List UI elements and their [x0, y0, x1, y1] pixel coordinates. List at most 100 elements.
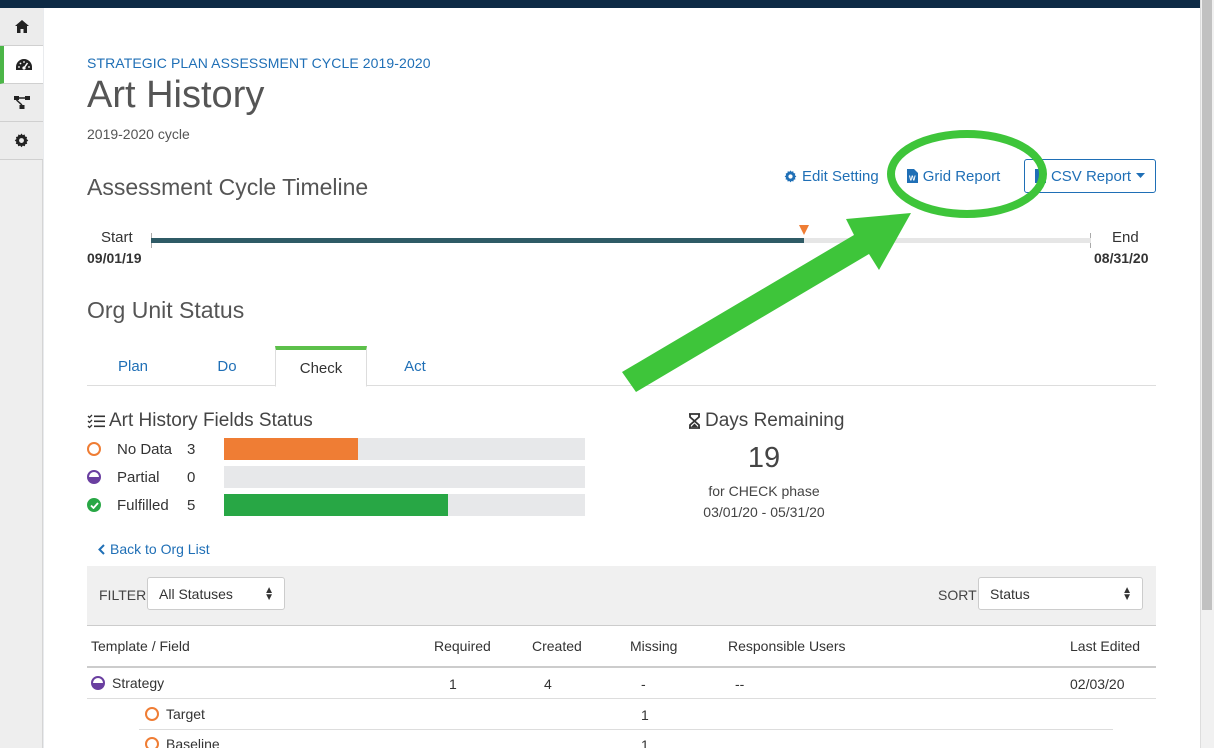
cell-responsible-users: --	[735, 676, 745, 692]
fields-status-heading: Art History Fields Status	[87, 410, 313, 432]
row-name: Baseline	[166, 736, 220, 748]
status-row-fulfilled: Fulfilled 5	[87, 494, 585, 516]
timeline-start-label: Start	[101, 229, 133, 246]
table-row-baseline[interactable]: Baseline	[145, 736, 220, 748]
days-remaining-value: 19	[747, 442, 781, 474]
edit-settings-label: Edit Setting	[802, 167, 879, 185]
chevron-left-icon	[98, 543, 105, 555]
select-caret-icon: ▲ ▼	[1122, 585, 1132, 603]
status-bar-fill	[224, 494, 448, 516]
status-bar	[224, 438, 585, 460]
status-filter-select[interactable]: All Statuses ▲ ▼	[147, 577, 285, 610]
csv-file-icon	[1034, 169, 1046, 183]
sort-label: SORT	[938, 587, 977, 603]
sort-select[interactable]: Status ▲ ▼	[978, 577, 1143, 610]
timeline-start-date: 09/01/19	[87, 250, 142, 266]
tab-plan[interactable]: Plan	[87, 346, 179, 386]
timeline-end-label: End	[1112, 229, 1139, 246]
col-header-template-field[interactable]: Template / Field	[91, 638, 190, 654]
timeline-today-marker	[799, 225, 810, 235]
timeline-heading: Assessment Cycle Timeline	[87, 174, 369, 200]
row-divider	[139, 729, 1113, 730]
csv-report-label: CSV Report	[1050, 167, 1132, 185]
timeline-end-date: 08/31/20	[1094, 250, 1149, 266]
status-row-no-data: No Data 3	[87, 438, 585, 460]
checklist-icon	[87, 414, 105, 428]
top-navbar	[0, 0, 1200, 8]
svg-text:W: W	[909, 176, 916, 183]
hourglass-icon	[689, 413, 700, 429]
status-count: 5	[187, 496, 196, 514]
back-to-org-list-link[interactable]: Back to Org List	[98, 541, 210, 557]
cell-missing: 1	[641, 737, 649, 748]
edit-settings-link[interactable]: Edit Setting	[784, 168, 879, 185]
empty-circle-icon	[87, 442, 101, 456]
filter-bar: FILTER All Statuses ▲ ▼ SORT Status ▲ ▼	[87, 566, 1156, 626]
tab-act[interactable]: Act	[367, 346, 463, 386]
hierarchy-icon	[13, 96, 30, 109]
check-circle-icon	[87, 498, 101, 512]
table-header-divider	[87, 666, 1156, 668]
fields-status-title: Art History Fields Status	[109, 410, 313, 431]
page-subtitle: 2019-2020 cycle	[87, 126, 190, 142]
rail-home-button[interactable]	[0, 8, 43, 46]
back-link-label: Back to Org List	[110, 541, 210, 557]
cell-missing: 1	[641, 707, 649, 723]
status-count: 3	[187, 440, 196, 458]
table-row-strategy[interactable]: Strategy	[91, 675, 164, 691]
report-actions: Edit Setting W Grid Report	[784, 159, 1000, 193]
grid-report-label: Grid Report	[922, 167, 1001, 185]
home-icon	[14, 20, 29, 33]
cell-created: 4	[544, 676, 552, 692]
timeline-track	[151, 238, 1091, 243]
cell-required: 1	[449, 676, 457, 692]
grid-report-link[interactable]: W Grid Report	[906, 167, 1001, 185]
caret-down-icon	[1136, 173, 1146, 178]
empty-circle-icon	[145, 737, 159, 748]
tab-check[interactable]: Check	[275, 346, 367, 387]
col-header-required[interactable]: Required	[434, 638, 491, 654]
tab-do[interactable]: Do	[179, 346, 275, 386]
status-bar	[224, 494, 585, 516]
status-bar	[224, 466, 585, 488]
status-count: 0	[187, 468, 196, 486]
gear-icon	[784, 169, 797, 182]
col-header-missing[interactable]: Missing	[630, 638, 677, 654]
rail-dashboard-button[interactable]	[0, 46, 43, 84]
page-title: Art History	[87, 74, 265, 116]
status-label: Fulfilled	[117, 496, 169, 514]
days-remaining-range: 03/01/20 - 05/31/20	[703, 504, 825, 520]
days-remaining-phase: for CHECK phase	[708, 483, 820, 499]
filter-label: FILTER	[99, 587, 147, 603]
dashboard-gauge-icon	[15, 58, 32, 70]
days-remaining-title: Days Remaining	[705, 410, 845, 431]
row-name: Target	[166, 706, 205, 722]
status-filter-value: All Statuses	[159, 585, 233, 602]
rail-hierarchy-button[interactable]	[0, 84, 43, 122]
status-row-partial: Partial 0	[87, 466, 585, 488]
col-header-last-edited[interactable]: Last Edited	[1070, 638, 1140, 654]
csv-report-dropdown[interactable]: CSV Report	[1024, 159, 1156, 193]
status-label: Partial	[117, 468, 160, 486]
left-rail	[0, 8, 43, 748]
half-circle-icon	[91, 676, 105, 690]
row-divider	[87, 698, 1156, 699]
col-header-responsible-users[interactable]: Responsible Users	[728, 638, 846, 654]
scrollbar-thumb[interactable]	[1202, 0, 1212, 610]
status-label: No Data	[117, 440, 173, 458]
gear-icon	[14, 133, 29, 148]
empty-circle-icon	[145, 707, 159, 721]
col-header-created[interactable]: Created	[532, 638, 582, 654]
sort-value: Status	[990, 585, 1030, 602]
row-name: Strategy	[112, 675, 165, 691]
cell-last-edited: 02/03/20	[1070, 676, 1125, 692]
main-content: STRATEGIC PLAN ASSESSMENT CYCLE 2019-202…	[44, 8, 1200, 748]
cycle-breadcrumb[interactable]: STRATEGIC PLAN ASSESSMENT CYCLE 2019-202…	[87, 55, 431, 71]
rail-settings-button[interactable]	[0, 122, 43, 160]
table-row-target[interactable]: Target	[145, 706, 205, 722]
timeline-progress	[151, 238, 805, 243]
phase-tabs: Plan Do Check Act	[87, 346, 1156, 387]
select-caret-icon: ▲ ▼	[264, 585, 274, 603]
half-circle-icon	[87, 470, 101, 484]
cell-missing: -	[641, 676, 646, 692]
